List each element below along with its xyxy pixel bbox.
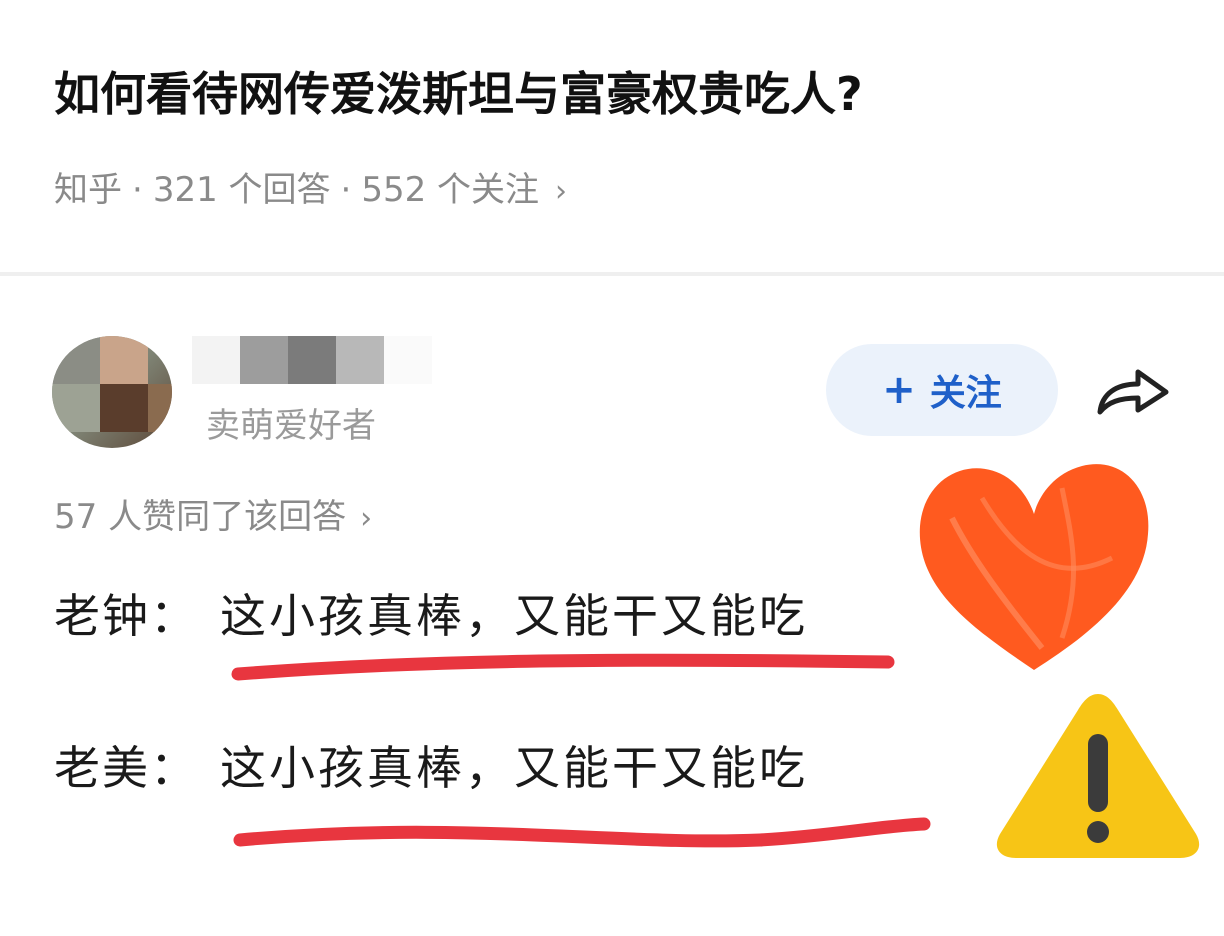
exclamation-icon [1088,734,1108,812]
likes-count-text: 57 人赞同了该回答 [54,497,347,537]
speaker-label: 老美： [54,741,198,795]
answer-count: 321 个回答 [152,170,331,210]
answer-line-1: 老钟： 这小孩真棒，又能干又能吃 [54,582,808,650]
red-underline-1 [231,653,895,681]
speaker-label: 老钟： [54,589,198,643]
question-title[interactable]: 如何看待网传爱泼斯坦与富豪权贵吃人? [54,58,1194,130]
chevron-right-icon: › [360,501,373,536]
section-divider [0,272,1224,276]
author-name[interactable]: 卖萌爱好者 [206,400,376,452]
follower-count: 552 个关注 [361,170,540,210]
redacted-name-blocks [96,336,432,384]
plus-icon: + [882,367,916,413]
question-meta[interactable]: 知乎 · 321 个回答 · 552 个关注 › [54,162,567,220]
quote-text: 这小孩真棒，又能干又能吃 [220,741,808,795]
chevron-right-icon: › [555,174,568,209]
quote-text: 这小孩真棒，又能干又能吃 [220,589,808,643]
answer-line-2: 老美： 这小孩真棒，又能干又能吃 [54,734,808,802]
meta-separator: · [132,170,143,210]
follow-label: 关注 [929,373,1002,414]
likes-summary[interactable]: 57 人赞同了该回答 › [54,490,372,546]
heart-sticker [919,464,1149,670]
meta-separator: · [340,170,352,210]
warning-sticker [996,694,1200,858]
follow-button[interactable]: + 关注 [826,344,1058,436]
source-label: 知乎 [54,170,122,210]
share-arrow-icon[interactable] [1094,360,1172,420]
red-underline-2 [233,817,931,848]
